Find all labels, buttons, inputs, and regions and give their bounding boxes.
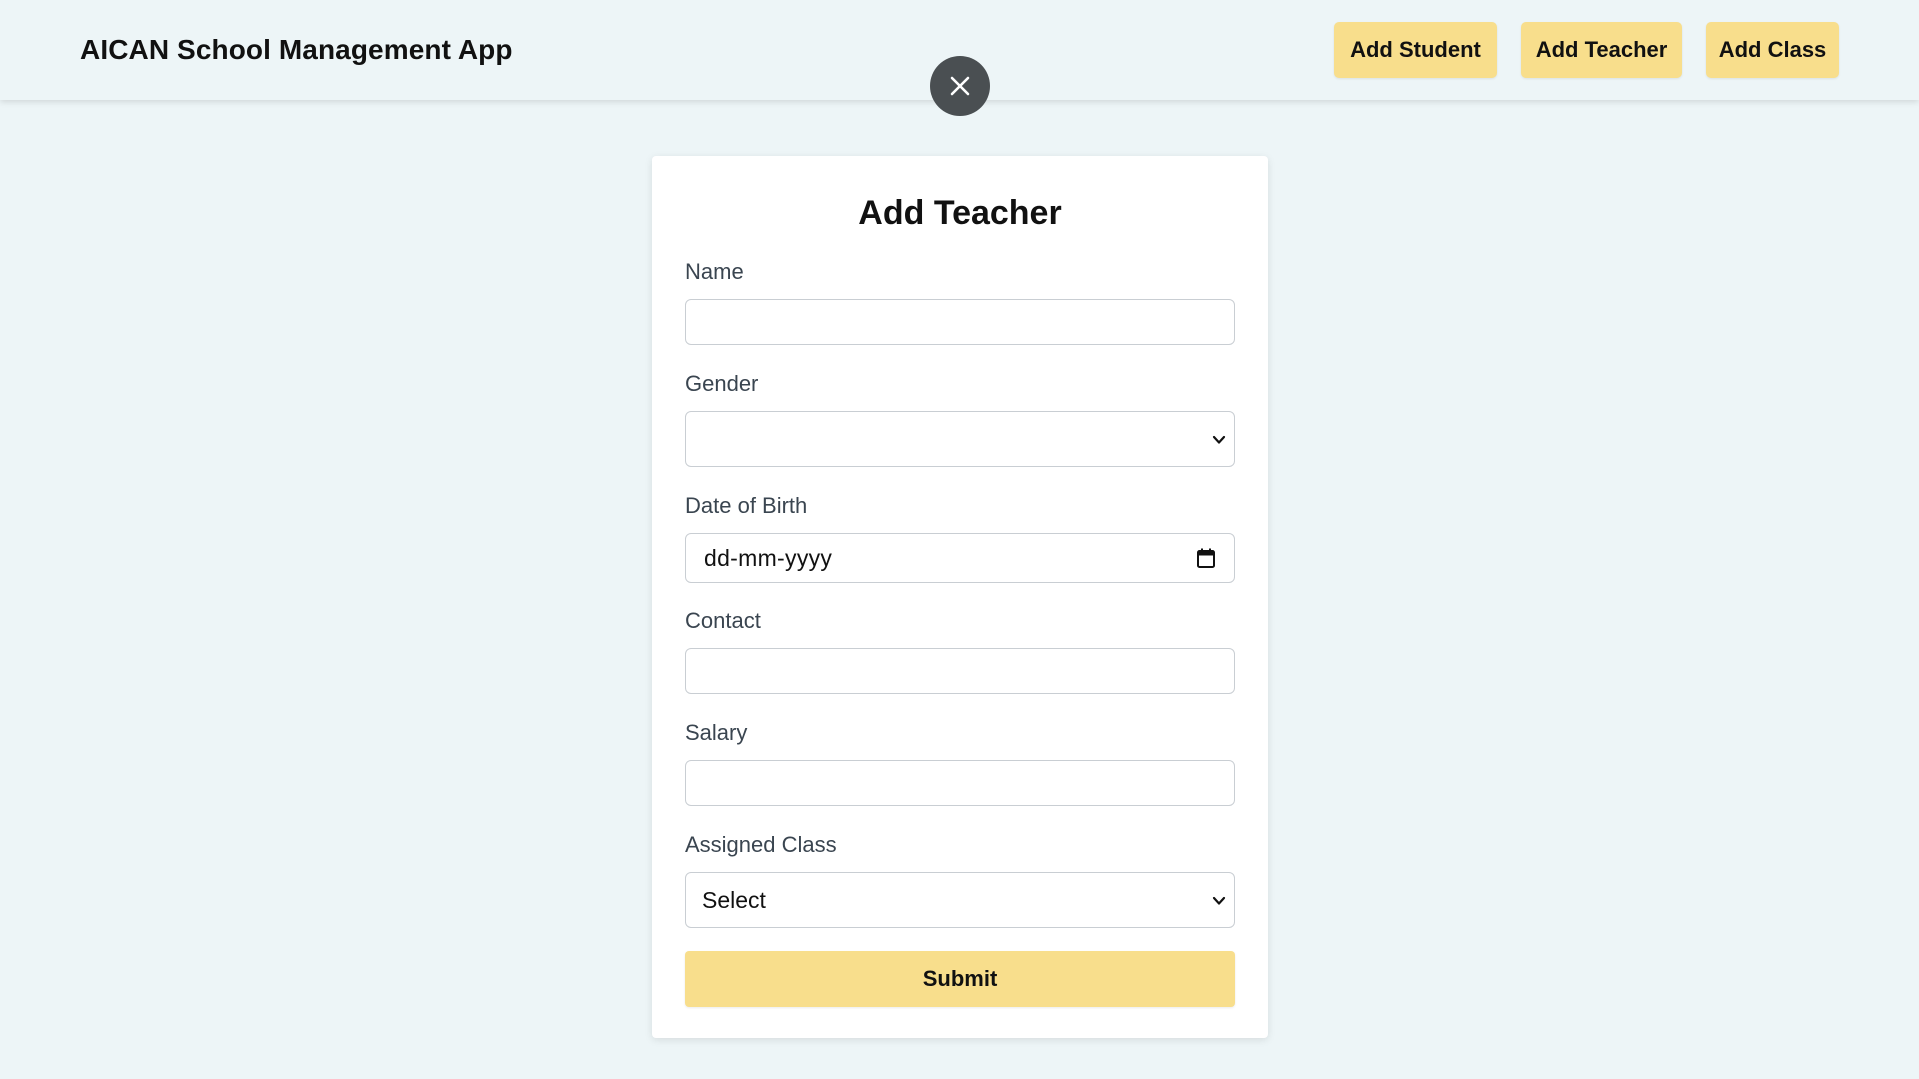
salary-input[interactable] <box>685 760 1235 806</box>
add-student-button[interactable]: Add Student <box>1334 22 1497 78</box>
close-icon <box>950 76 970 96</box>
close-modal-button[interactable] <box>930 56 990 116</box>
name-label: Name <box>685 259 744 284</box>
assigned-class-select[interactable]: Select <box>685 872 1235 928</box>
add-teacher-form: Add Teacher Name Gender Date of Birth dd… <box>652 156 1268 1038</box>
dob-placeholder: dd-mm-yyyy <box>704 545 833 571</box>
dob-label: Date of Birth <box>685 493 808 518</box>
chevron-down-icon <box>1212 435 1226 444</box>
dob-input[interactable]: dd-mm-yyyy <box>685 533 1235 583</box>
submit-button[interactable]: Submit <box>685 951 1235 1007</box>
form-title: Add Teacher <box>858 194 1062 232</box>
contact-input[interactable] <box>685 648 1235 694</box>
salary-label: Salary <box>685 720 748 745</box>
calendar-icon[interactable] <box>1196 547 1216 569</box>
add-teacher-button[interactable]: Add Teacher <box>1521 22 1682 78</box>
chevron-down-icon <box>1212 896 1226 905</box>
gender-select[interactable] <box>685 411 1235 467</box>
add-class-button[interactable]: Add Class <box>1706 22 1839 78</box>
app-title: AICAN School Management App <box>80 34 513 65</box>
assigned-class-select-value: Select <box>702 887 766 913</box>
assigned-class-label: Assigned Class <box>685 832 837 857</box>
contact-label: Contact <box>685 608 761 633</box>
gender-label: Gender <box>685 371 759 396</box>
name-input[interactable] <box>685 299 1235 345</box>
